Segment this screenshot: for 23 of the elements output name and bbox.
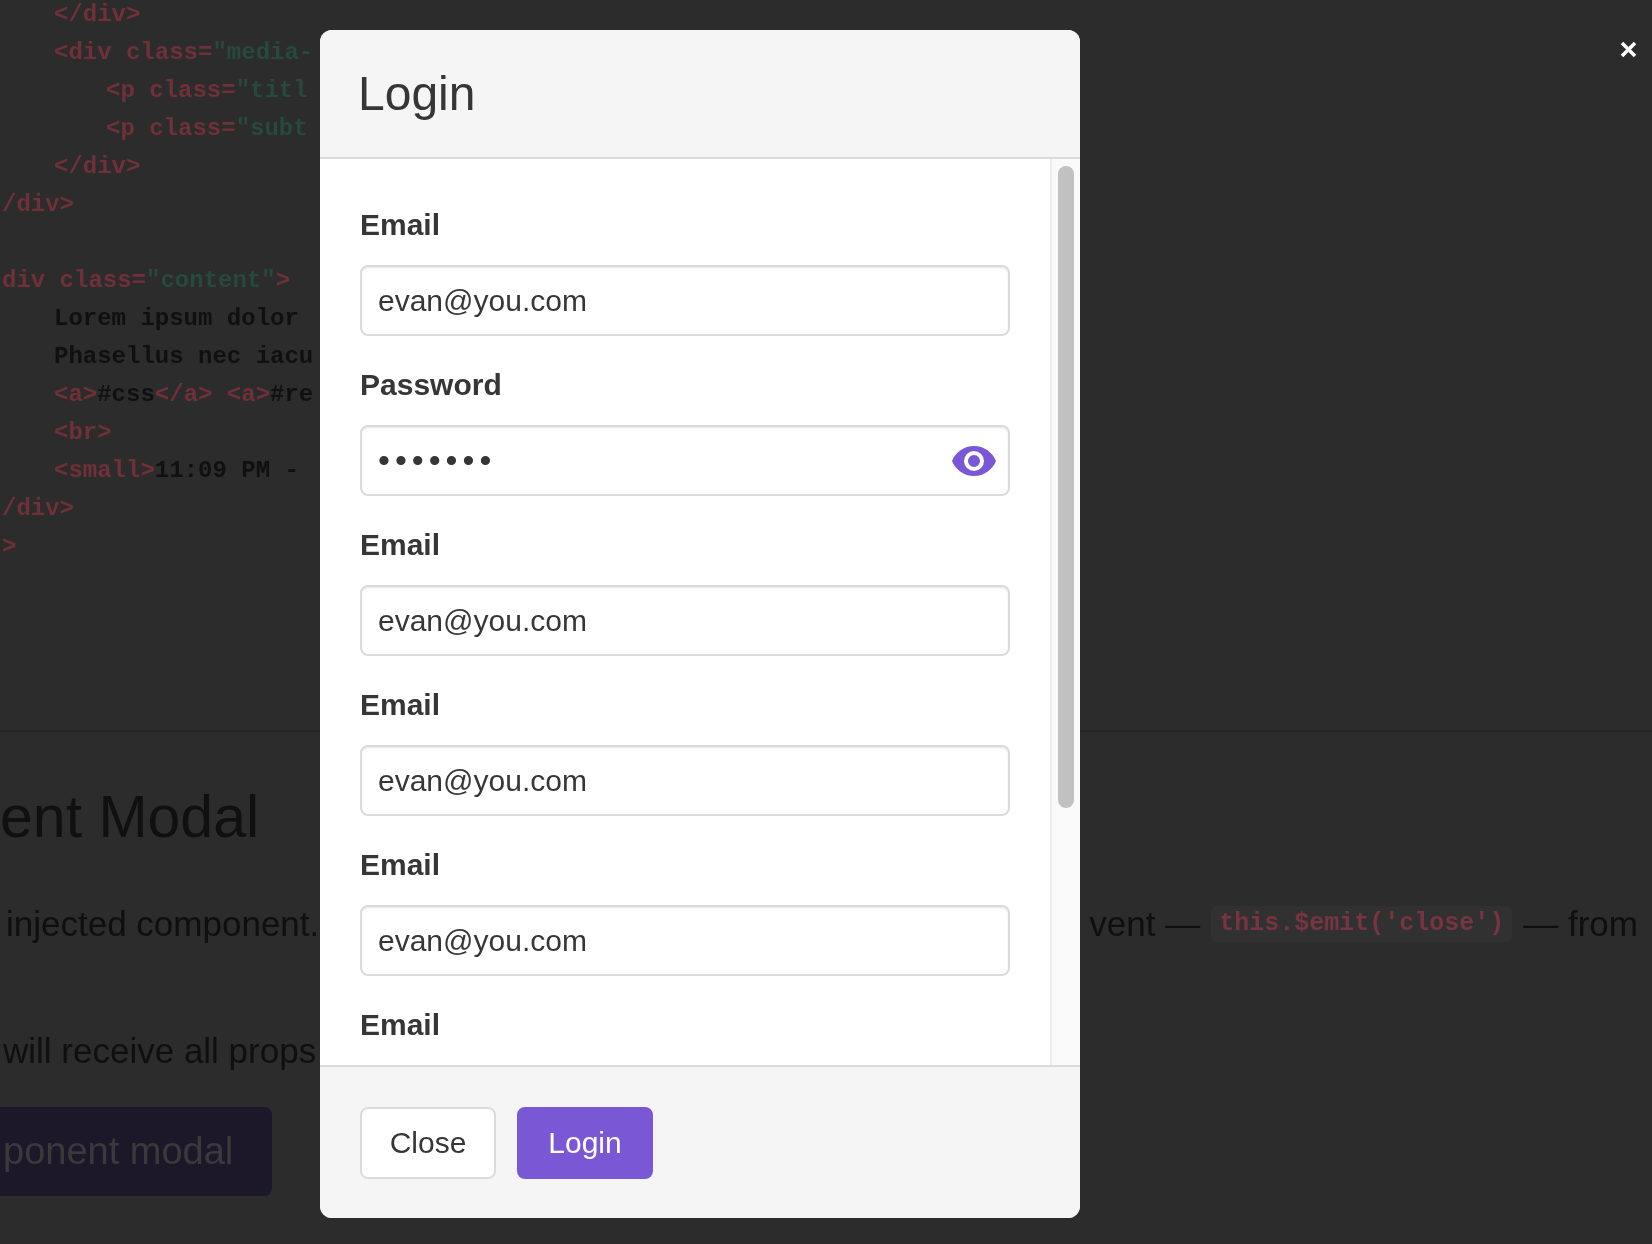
email-field[interactable]: evan@you.com [360,745,1010,816]
field-label: Email [360,527,441,563]
inline-code: this.$emit('close') [1211,906,1513,942]
code-line: <br> [54,418,112,448]
email-field[interactable]: evan@you.com [360,585,1010,656]
eye-icon[interactable] [952,445,996,476]
field-label: Email [360,847,441,883]
email-field[interactable]: evan@you.com [360,905,1010,976]
scrollbar-thumb[interactable] [1058,166,1074,808]
code-line: </div> [54,152,141,182]
code-line: /div> [2,190,74,220]
field-label: Email [360,207,441,243]
close-button[interactable]: Close [360,1106,496,1179]
field-label: Password [360,367,502,403]
close-icon[interactable] [1620,41,1637,58]
code-line: </div> [54,0,141,30]
code-line: > [2,532,17,562]
field-label: Email [360,687,441,723]
password-field[interactable]: ••••••• [360,425,1010,496]
modal-title: Login [358,65,476,122]
code-line: /div> [2,494,74,524]
email-field[interactable]: evan@you.com [360,265,1010,336]
login-button[interactable]: Login [517,1106,653,1179]
